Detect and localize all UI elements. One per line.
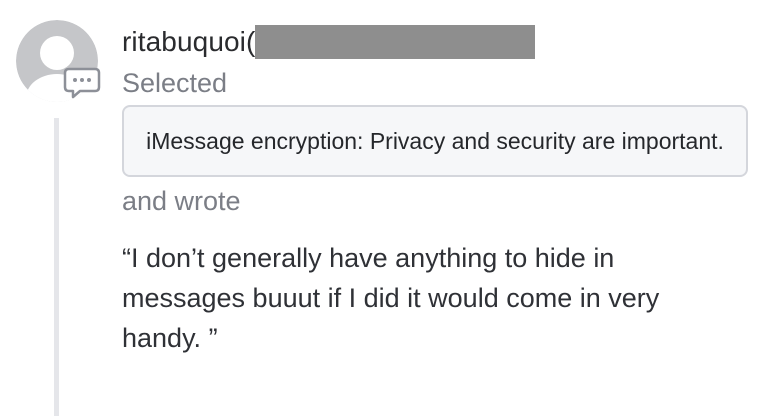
thread-line bbox=[54, 118, 59, 416]
comment-card: ritabuquoi( Selected iMessage encryption… bbox=[0, 0, 776, 416]
wrote-label: and wrote bbox=[122, 186, 241, 216]
username[interactable]: ritabuquoi( bbox=[122, 26, 255, 58]
quoted-selection: iMessage encryption: Privacy and securit… bbox=[122, 105, 748, 177]
comment-message: “I don’t generally have anything to hide… bbox=[122, 243, 660, 353]
comment-bubble-icon bbox=[62, 66, 102, 100]
redaction-bar bbox=[255, 25, 536, 59]
username-row: ritabuquoi( bbox=[122, 23, 536, 61]
quoted-text: iMessage encryption: Privacy and securit… bbox=[146, 127, 724, 154]
selected-label: Selected bbox=[122, 68, 228, 98]
